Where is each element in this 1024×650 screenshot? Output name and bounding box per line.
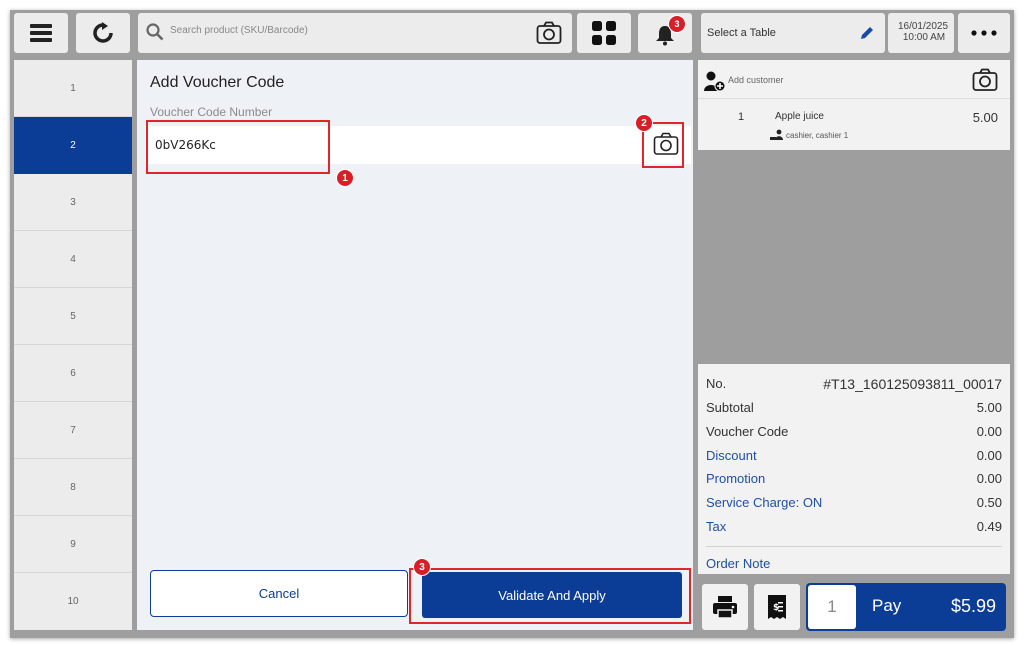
subtotal-value: 5.00 xyxy=(976,400,1002,415)
hamburger-icon xyxy=(30,24,52,42)
sidebar-item-6[interactable]: 6 xyxy=(14,345,132,402)
dialog-title: Add Voucher Code xyxy=(150,74,285,91)
product-search[interactable]: Search product (SKU/Barcode) xyxy=(138,13,572,53)
sidebar-item-2[interactable]: 2 xyxy=(14,117,132,174)
pencil-icon[interactable] xyxy=(859,25,875,41)
step-badge-3: 3 xyxy=(413,558,431,576)
pay-label: Pay xyxy=(872,596,902,615)
tax-value: 0.49 xyxy=(976,519,1002,534)
cashier-icon xyxy=(770,129,783,140)
step-badge-1: 1 xyxy=(336,169,354,187)
step-badge-2: 2 xyxy=(635,114,653,132)
camera-scan-icon[interactable] xyxy=(536,21,562,45)
table-selector[interactable]: Select a Table xyxy=(701,13,885,53)
printer-icon xyxy=(713,596,737,619)
more-options-button[interactable] xyxy=(958,13,1010,53)
voucher-label: Voucher Code xyxy=(706,424,789,439)
divider xyxy=(706,546,1002,547)
order-note-row[interactable]: Order Note xyxy=(706,556,1002,576)
time-text: 10:00 AM xyxy=(902,32,946,43)
order-note-link[interactable]: Order Note xyxy=(706,556,770,571)
refresh-button[interactable] xyxy=(76,13,130,53)
tax-link[interactable]: Tax xyxy=(706,519,726,534)
item-price: 5.00 xyxy=(972,110,998,125)
print-button[interactable] xyxy=(702,584,748,630)
promotion-link[interactable]: Promotion xyxy=(706,471,765,486)
sidebar-item-9[interactable]: 9 xyxy=(14,516,132,573)
item-name[interactable]: Apple juice xyxy=(775,111,824,122)
item-staff: cashier, cashier 1 xyxy=(786,131,849,140)
bill-button[interactable]: $ xyxy=(754,584,800,630)
add-voucher-dialog: Add Voucher Code Voucher Code Number Can… xyxy=(137,60,693,630)
sidebar-item-7[interactable]: 7 xyxy=(14,402,132,459)
sidebar-item-1[interactable]: 1 xyxy=(14,60,132,117)
more-dots-icon xyxy=(971,30,997,36)
pay-quantity: 1 xyxy=(808,585,856,629)
refresh-icon xyxy=(93,22,113,43)
promotion-value: 0.00 xyxy=(976,471,1002,486)
voucher-value: 0.00 xyxy=(976,424,1002,439)
item-quantity: 1 xyxy=(738,111,745,123)
sidebar-item-10[interactable]: 10 xyxy=(14,573,132,629)
subtotal-row: Subtotal 5.00 xyxy=(706,400,1002,420)
voucher-row: Voucher Code 0.00 xyxy=(706,424,1002,444)
menu-button[interactable] xyxy=(14,13,68,53)
notification-badge: 3 xyxy=(668,15,686,33)
receipt-icon: $ xyxy=(768,595,786,619)
divider xyxy=(698,98,1010,99)
highlight-voucher-input xyxy=(146,120,330,174)
date-text: 16/01/2025 xyxy=(897,21,949,32)
notifications-button[interactable]: 3 xyxy=(638,13,692,53)
discount-row[interactable]: Discount 0.00 xyxy=(706,448,1002,468)
table-selector-label: Select a Table xyxy=(707,27,776,39)
add-customer-label[interactable]: Add customer xyxy=(728,75,784,85)
search-placeholder: Search product (SKU/Barcode) xyxy=(170,25,308,36)
sidebar-item-5[interactable]: 5 xyxy=(14,288,132,345)
table-number-sidebar: 1 2 3 4 5 6 7 8 9 10 xyxy=(14,60,132,630)
pay-button[interactable]: 1 Pay $5.99 xyxy=(806,583,1006,631)
order-number-row: No. #T13_160125093811_00017 xyxy=(706,376,1002,396)
promotion-row[interactable]: Promotion 0.00 xyxy=(706,471,1002,491)
order-summary: No. #T13_160125093811_00017 Subtotal 5.0… xyxy=(698,364,1010,574)
grid-view-button[interactable] xyxy=(577,13,631,53)
service-charge-value: 0.50 xyxy=(976,495,1002,510)
voucher-field-label: Voucher Code Number xyxy=(150,105,273,119)
add-customer-icon[interactable] xyxy=(704,70,726,92)
sidebar-item-3[interactable]: 3 xyxy=(14,174,132,231)
order-number-value: #T13_160125093811_00017 xyxy=(823,376,1002,392)
highlight-validate xyxy=(409,568,691,624)
sidebar-item-4[interactable]: 4 xyxy=(14,231,132,288)
sidebar-item-8[interactable]: 8 xyxy=(14,459,132,516)
cancel-button[interactable]: Cancel xyxy=(150,570,408,617)
tax-row[interactable]: Tax 0.49 xyxy=(706,519,1002,539)
checkout-bar: $ 1 Pay $5.99 xyxy=(698,582,1010,632)
camera-scan-icon[interactable] xyxy=(972,68,998,92)
order-items-panel: Add customer 1 Apple juice 5.00 cashier,… xyxy=(698,60,1010,150)
pos-window: Search product (SKU/Barcode) 3 Select a … xyxy=(10,10,1014,638)
pay-total: $5.99 xyxy=(950,596,996,616)
service-charge-link[interactable]: Service Charge: ON xyxy=(706,495,822,510)
order-number-label: No. xyxy=(706,376,727,391)
service-charge-row[interactable]: Service Charge: ON 0.50 xyxy=(706,495,1002,515)
date-time: 16/01/2025 10:00 AM xyxy=(888,13,954,53)
discount-link[interactable]: Discount xyxy=(706,448,757,463)
grid-icon xyxy=(592,21,616,45)
search-icon xyxy=(146,23,164,41)
subtotal-label: Subtotal xyxy=(706,400,754,415)
discount-value: 0.00 xyxy=(976,448,1002,463)
